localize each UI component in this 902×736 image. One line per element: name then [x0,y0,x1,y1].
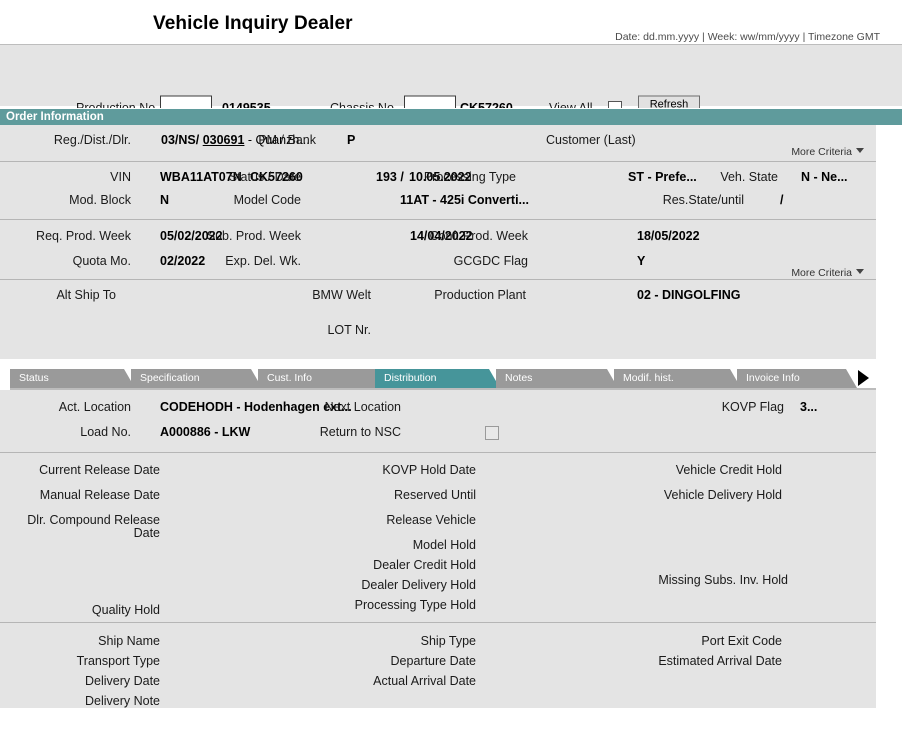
dlr-compound-release-date-label-line2: Date [133,526,160,540]
more-criteria-label-2: More Criteria [791,267,852,279]
load-no-label: Load No. [80,425,131,439]
chevron-down-icon-2 [856,269,864,274]
next-location-label: Next Location [324,400,401,414]
transport-type-label: Transport Type [76,654,160,668]
actual-arrival-date-label: Actual Arrival Date [373,674,476,688]
pm-bank-label: PM / Bank [258,133,316,147]
date-week-timezone-info: Date: dd.mm.yyyy | Week: ww/mm/yyyy | Ti… [615,31,880,43]
return-to-nsc-label: Return to NSC [319,425,401,439]
reg-dist-dlr-prefix: 03/NS/ [161,133,200,147]
return-to-nsc-checkbox[interactable] [485,426,499,440]
more-criteria-label-1: More Criteria [791,146,852,158]
tab-distribution[interactable]: Distribution [375,369,500,388]
tab-cust-info[interactable]: Cust. Info [258,369,386,388]
pm-bank-value: P [347,133,356,147]
tab-status[interactable]: Status [10,369,135,388]
tab-scroll-right-icon[interactable] [858,370,869,386]
gcgdc-flag-label: GCGDC Flag [453,254,528,268]
quota-mo-value: 02/2022 [160,254,206,268]
order-information-title: Order Information [6,111,104,123]
exp-del-wk-label: Exp. Del. Wk. [225,254,301,268]
reg-dist-dlr-label: Reg./Dist./Dlr. [53,133,131,147]
order-info-row-group-3: Req. Prod. Week 05/02/2022 Sub. Prod. We… [0,219,876,279]
delivery-date-label: Delivery Date [84,674,160,688]
status-date-label: Status / Date [228,170,301,184]
model-code-value: 11AT - 425i Converti... [400,193,529,207]
status-value: 193 / [376,170,404,184]
distribution-shipping-panel: Ship Name Transport Type Delivery Date D… [0,622,876,708]
ship-type-label: Ship Type [420,634,476,648]
departure-date-label: Departure Date [390,654,476,668]
model-hold-label: Model Hold [412,538,476,552]
tab-invoice-info[interactable]: Invoice Info [737,369,857,388]
distribution-holds-panel: Current Release Date Manual Release Date… [0,452,876,622]
mod-block-value: N [160,193,170,207]
search-criteria-bar: Production No. 0149535 Chassis No. CK572… [0,45,902,115]
order-info-row-group-1: Reg./Dist./Dlr. 03/NS/ 030691 - Quanzh..… [0,125,876,161]
bmw-welt-label: BMW Welt [312,288,371,302]
dlr-compound-release-date-label-line1: Dlr. Compound Release [27,513,160,527]
manual-release-date-label: Manual Release Date [39,488,160,502]
order-info-row-group-2: VIN WBA11AT07N CK57260 Status / Date 193… [0,161,876,219]
reserved-until-label: Reserved Until [394,488,476,502]
kovp-flag-value: 3... [800,400,818,414]
conf-prod-week-value: 18/05/2022 [637,229,700,243]
chevron-down-icon-1 [856,148,864,153]
veh-state-label: Veh. State [720,170,778,184]
production-plant-label: Production Plant [434,288,526,302]
lot-nr-label: LOT Nr. [327,323,371,337]
kovp-flag-label: KOVP Flag [721,400,784,414]
vehicle-delivery-hold-label: Vehicle Delivery Hold [663,488,782,502]
alt-ship-to-label: Alt Ship To [56,288,116,302]
reg-dist-dlr-link[interactable]: 030691 [203,133,245,147]
missing-subs-inv-hold-label: Missing Subs. Inv. Hold [658,573,788,587]
quality-hold-label: Quality Hold [91,603,160,617]
order-info-row-group-4: Alt Ship To BMW Welt Production Plant 02… [0,279,876,359]
estimated-arrival-date-label: Estimated Arrival Date [658,654,782,668]
dealer-delivery-hold-label: Dealer Delivery Hold [361,578,476,592]
processing-type-label: Processing Type [423,170,516,184]
release-vehicle-label: Release Vehicle [386,513,476,527]
title-bar: Vehicle Inquiry Dealer Date: dd.mm.yyyy … [0,0,902,45]
vehicle-inquiry-dealer-page: Vehicle Inquiry Dealer Date: dd.mm.yyyy … [0,0,902,736]
distribution-location-panel: Act. Location CODEHODH - Hodenhagen ext.… [0,390,876,452]
more-criteria-toggle-1[interactable]: More Criteria [791,146,864,158]
customer-last-label: Customer (Last) [546,133,636,147]
order-information-section-header: Order Information [0,108,902,125]
processing-type-hold-label: Processing Type Hold [354,598,476,612]
tab-notes[interactable]: Notes [496,369,618,388]
vehicle-credit-hold-label: Vehicle Credit Hold [675,463,782,477]
port-exit-code-label: Port Exit Code [701,634,782,648]
veh-state-value: N - Ne... [801,170,848,184]
more-criteria-toggle-2[interactable]: More Criteria [791,267,864,279]
quota-mo-label: Quota Mo. [72,254,131,268]
tab-modif-hist[interactable]: Modif. hist. [614,369,741,388]
act-location-value: CODEHODH - Hodenhagen ext... [160,400,352,414]
req-prod-week-label: Req. Prod. Week [36,229,131,243]
res-state-value: / [780,193,784,207]
gcgdc-flag-value: Y [637,254,646,268]
res-state-label: Res.State/until [662,193,744,207]
conf-prod-week-label: Conf. Prod. Week [429,229,528,243]
load-no-value: A000886 - LKW [160,425,251,439]
production-plant-value: 02 - DINGOLFING [637,288,741,302]
ship-name-label: Ship Name [98,634,160,648]
delivery-note-label: Delivery Note [84,694,160,708]
page-title: Vehicle Inquiry Dealer [153,13,353,34]
processing-type-value: ST - Prefe... [628,170,697,184]
panel-tab-spacer [0,359,902,367]
dealer-credit-hold-label: Dealer Credit Hold [373,558,476,572]
model-code-label: Model Code [233,193,301,207]
mod-block-label: Mod. Block [69,193,131,207]
vin-label: VIN [110,170,131,184]
tab-specification[interactable]: Specification [131,369,262,388]
tab-strip: Status Specification Cust. Info Distribu… [0,367,902,390]
kovp-hold-date-label: KOVP Hold Date [382,463,476,477]
act-location-label: Act. Location [58,400,131,414]
current-release-date-label: Current Release Date [39,463,160,477]
sub-prod-week-label: Sub. Prod. Week [206,229,301,243]
